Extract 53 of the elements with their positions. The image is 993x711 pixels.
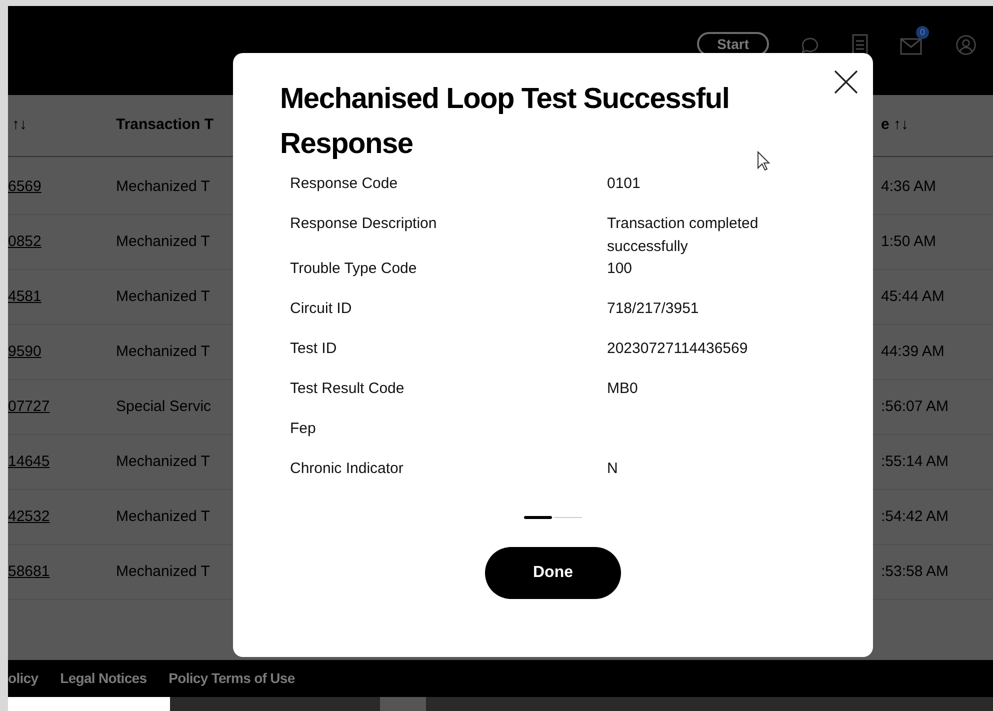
- page-indicator[interactable]: [524, 516, 552, 519]
- table-cell-text: Mechanized T: [116, 232, 211, 252]
- transaction-link[interactable]: 42532: [8, 506, 116, 528]
- table-cell-text: Mechanized T: [116, 506, 211, 527]
- field-label: Test Result Code: [290, 379, 406, 399]
- done-button[interactable]: Done: [485, 547, 621, 599]
- field-value: N: [607, 459, 619, 479]
- transaction-link[interactable]: 14645: [8, 450, 116, 474]
- mouse-cursor-icon: [757, 151, 771, 171]
- footer-link[interactable]: olicy: [8, 668, 38, 689]
- field-value: 0101: [607, 174, 642, 194]
- transaction-link[interactable]: 58681: [8, 560, 116, 584]
- table-cell-text: 1:50 AM: [881, 232, 938, 252]
- table-cell-text: :56:07 AM: [881, 396, 950, 417]
- field-value: 718/217/3951: [607, 299, 700, 319]
- field-value: 20230727114436569: [607, 339, 749, 359]
- field-label: Response Code: [290, 174, 399, 194]
- field-label: Circuit ID: [290, 299, 353, 319]
- notification-badge: 0: [916, 26, 929, 39]
- table-cell-text: Special Servic: [116, 396, 212, 417]
- field-value: Transaction completed successfully: [607, 214, 760, 256]
- table-cell-text: Mechanized T: [116, 562, 211, 582]
- footer-link[interactable]: Policy Terms of Use: [168, 668, 295, 689]
- user-icon[interactable]: [955, 34, 977, 56]
- table-cell-text: 44:39 AM: [881, 342, 946, 362]
- scroll-thumb[interactable]: [380, 697, 426, 711]
- field-label: Chronic Indicator: [290, 459, 404, 479]
- table-cell-text: Mechanized T: [116, 176, 211, 197]
- dialog-title: Mechanised Loop Test Successful Response: [280, 82, 730, 162]
- table-cell-text: Mechanized T: [116, 286, 211, 307]
- table-cell-text: Mechanized T: [116, 342, 211, 362]
- field-label: Trouble Type Code: [290, 259, 418, 279]
- field-value: 100: [607, 259, 634, 279]
- field-value: MB0: [607, 379, 639, 399]
- field-label: Test ID: [290, 339, 338, 359]
- table-cell-text: :55:14 AM: [881, 452, 950, 472]
- table-cell-text: 4:36 AM: [881, 176, 938, 197]
- close-icon: [833, 69, 859, 95]
- table-cell-text: :54:42 AM: [881, 506, 950, 527]
- table-cell-text: :53:58 AM: [881, 562, 950, 582]
- transaction-link[interactable]: 0852: [8, 230, 116, 254]
- table-cell-text: Mechanized T: [116, 452, 211, 472]
- field-label: Fep: [290, 419, 317, 439]
- column-header[interactable]: Transaction T: [116, 114, 233, 137]
- column-header[interactable]: e ↑↓: [881, 114, 993, 137]
- transaction-link[interactable]: 4581: [8, 286, 116, 308]
- footer-link[interactable]: Legal Notices: [60, 668, 147, 689]
- column-header[interactable]: ↑↓: [8, 114, 116, 137]
- field-label: Response Description: [290, 214, 438, 234]
- transaction-link[interactable]: 9590: [8, 340, 116, 364]
- transaction-link[interactable]: 07727: [8, 396, 116, 418]
- transaction-link[interactable]: 6569: [8, 176, 116, 198]
- table-cell-text: 45:44 AM: [881, 286, 946, 307]
